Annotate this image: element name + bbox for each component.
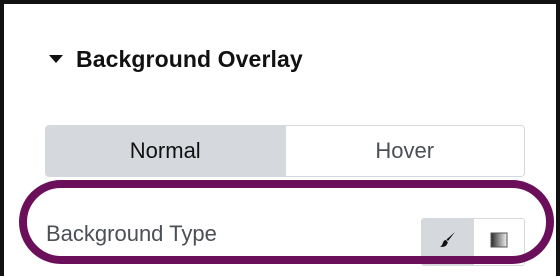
panel-frame: Background Overlay Normal Hover Backgrou… bbox=[0, 0, 560, 276]
classic-background-button[interactable] bbox=[422, 219, 473, 265]
background-type-control: Background Type bbox=[4, 208, 560, 280]
gradient-icon bbox=[489, 230, 509, 255]
section-title: Background Overlay bbox=[76, 45, 303, 72]
caret-down-icon bbox=[48, 51, 64, 67]
tab-hover[interactable]: Hover bbox=[284, 126, 524, 176]
tab-normal[interactable]: Normal bbox=[46, 126, 285, 176]
background-type-choices bbox=[421, 218, 525, 266]
state-tabs: Normal Hover bbox=[45, 125, 525, 177]
section-toggle[interactable]: Background Overlay bbox=[48, 43, 303, 75]
gradient-background-button[interactable] bbox=[472, 219, 524, 265]
background-type-label: Background Type bbox=[46, 221, 217, 246]
paint-brush-icon bbox=[437, 230, 457, 255]
